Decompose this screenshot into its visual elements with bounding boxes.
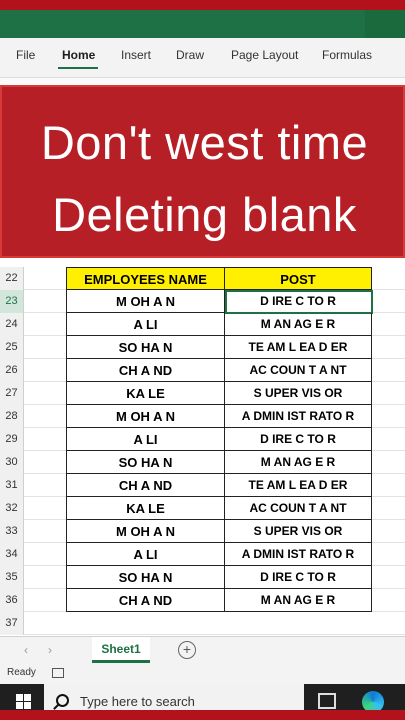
cell-employee-name[interactable]: A LI <box>66 313 225 336</box>
tab-home[interactable]: Home <box>62 48 95 62</box>
cell-post[interactable]: M AN AG E R <box>225 451 372 474</box>
search-icon <box>56 694 69 707</box>
sheet-tab-bar: ‹ › Sheet1 + <box>0 636 405 664</box>
cell-post[interactable]: AC COUN T A NT <box>225 359 372 382</box>
table-row: 30 SO HA NM AN AG E R <box>0 451 405 474</box>
cell-employee-name[interactable]: CH A ND <box>66 359 225 382</box>
row-header[interactable]: 33 <box>0 520 24 543</box>
task-view-icon[interactable] <box>318 693 336 709</box>
table-row: 34 A LI A DMIN IST RATO R <box>0 543 405 566</box>
cell-post[interactable]: A DMIN IST RATO R <box>225 543 372 566</box>
overlay-banner: Don't west time Deleting blank <box>0 85 405 258</box>
row-header[interactable]: 26 <box>0 359 24 382</box>
start-pane <box>24 694 31 701</box>
edge-browser-icon[interactable] <box>362 691 384 710</box>
table-row: 32 KA LE AC COUN T A NT <box>0 497 405 520</box>
cell-post[interactable]: D IRE C TO R <box>225 566 372 589</box>
cell-employee-name[interactable]: M OH A N <box>66 290 225 313</box>
windows-taskbar: Type here to search <box>0 684 405 710</box>
table-row: 29 A LI D IRE C TO R <box>0 428 405 451</box>
row-header[interactable]: 22 <box>0 267 24 290</box>
selected-cell-outline <box>225 290 373 314</box>
sheet-tab-sheet1[interactable]: Sheet1 <box>92 637 150 663</box>
row-header[interactable]: 25 <box>0 336 24 359</box>
table-row: 25 SO HA N TE AM L EA D ER <box>0 336 405 359</box>
tab-page-layout[interactable]: Page Layout <box>231 48 298 62</box>
title-bar <box>0 10 405 38</box>
start-pane <box>16 702 23 709</box>
table-row: 33 M OH A NS UPER VIS OR <box>0 520 405 543</box>
active-tab-indicator <box>58 67 98 69</box>
windows-start-icon[interactable] <box>8 684 40 710</box>
banner-line-1: Don't west time <box>40 116 369 169</box>
cell-post[interactable]: M AN AG E R <box>225 589 372 612</box>
row-header[interactable]: 30 <box>0 451 24 474</box>
row-header[interactable]: 23 <box>0 290 24 313</box>
window-controls[interactable] <box>365 10 405 38</box>
row-header[interactable]: 37 <box>0 612 24 635</box>
status-bar: Ready <box>0 664 405 684</box>
header-employees-name[interactable]: EMPLOYEES NAME <box>66 267 225 290</box>
cell-employee-name[interactable]: CH A ND <box>66 589 225 612</box>
cell-post[interactable]: S UPER VIS OR <box>225 520 372 543</box>
status-ready: Ready <box>7 667 36 678</box>
header-post[interactable]: POST <box>225 267 372 290</box>
cell-employee-name[interactable]: A LI <box>66 428 225 451</box>
table-row: 31 CH A ND TE AM L EA D ER <box>0 474 405 497</box>
table-row: 28 M OH A NA DMIN IST RATO R <box>0 405 405 428</box>
cell-employee-name[interactable]: CH A ND <box>66 474 225 497</box>
row-header[interactable]: 27 <box>0 382 24 405</box>
table-row: 24 A LI M AN AG E R <box>0 313 405 336</box>
row-header[interactable]: 31 <box>0 474 24 497</box>
cell-employee-name[interactable]: SO HA N <box>66 451 225 474</box>
row-header[interactable]: 28 <box>0 405 24 428</box>
cell-employee-name[interactable]: KA LE <box>66 497 225 520</box>
row-header[interactable]: 36 <box>0 589 24 612</box>
cell-post[interactable]: AC COUN T A NT <box>225 497 372 520</box>
scroll-left-arrow-icon[interactable]: ‹ <box>24 643 28 657</box>
cell-post[interactable]: A DMIN IST RATO R <box>225 405 372 428</box>
cell-post[interactable]: TE AM L EA D ER <box>225 336 372 359</box>
tab-formulas[interactable]: Formulas <box>322 48 372 62</box>
row-header[interactable]: 34 <box>0 543 24 566</box>
macro-record-icon[interactable] <box>52 668 64 678</box>
cell-employee-name[interactable]: M OH A N <box>66 405 225 428</box>
cell-employee-name[interactable]: M OH A N <box>66 520 225 543</box>
taskbar-search-input[interactable]: Type here to search <box>44 684 304 710</box>
table-row: 27 KA LE S UPER VIS OR <box>0 382 405 405</box>
tab-insert[interactable]: Insert <box>121 48 151 62</box>
cell-employee-name[interactable]: SO HA N <box>66 336 225 359</box>
scroll-right-arrow-icon[interactable]: › <box>48 643 52 657</box>
tab-file[interactable]: File <box>16 48 35 62</box>
cell-employee-name[interactable]: A LI <box>66 543 225 566</box>
search-placeholder: Type here to search <box>80 694 195 709</box>
row-header[interactable]: 29 <box>0 428 24 451</box>
table-row: 35 SO HA ND IRE C TO R <box>0 566 405 589</box>
cell-post[interactable]: M AN AG E R <box>225 313 372 336</box>
row-header[interactable]: 32 <box>0 497 24 520</box>
excel-window: File Home Insert Draw Page Layout Formul… <box>0 10 405 710</box>
table-header-row: 22 EMPLOYEES NAME POST <box>0 267 405 290</box>
row-header[interactable]: 35 <box>0 566 24 589</box>
add-sheet-icon[interactable]: + <box>178 641 196 659</box>
cell-post[interactable]: TE AM L EA D ER <box>225 474 372 497</box>
table-row: 37 <box>0 612 405 635</box>
cell-post[interactable]: S UPER VIS OR <box>225 382 372 405</box>
row-header[interactable]: 24 <box>0 313 24 336</box>
banner-line-2: Deleting blank <box>52 188 357 241</box>
tab-draw[interactable]: Draw <box>176 48 204 62</box>
table-row: 26 CH A ND AC COUN T A NT <box>0 359 405 382</box>
start-pane <box>24 702 31 709</box>
cell-employee-name[interactable]: KA LE <box>66 382 225 405</box>
ribbon-tab-bar: File Home Insert Draw Page Layout Formul… <box>0 38 405 78</box>
cell-post[interactable]: D IRE C TO R <box>225 428 372 451</box>
cell-employee-name[interactable]: SO HA N <box>66 566 225 589</box>
table-row: 36 CH A ND M AN AG E R <box>0 589 405 612</box>
start-pane <box>16 694 23 701</box>
table-row: 23 M OH A ND IRE C TO R <box>0 290 405 314</box>
